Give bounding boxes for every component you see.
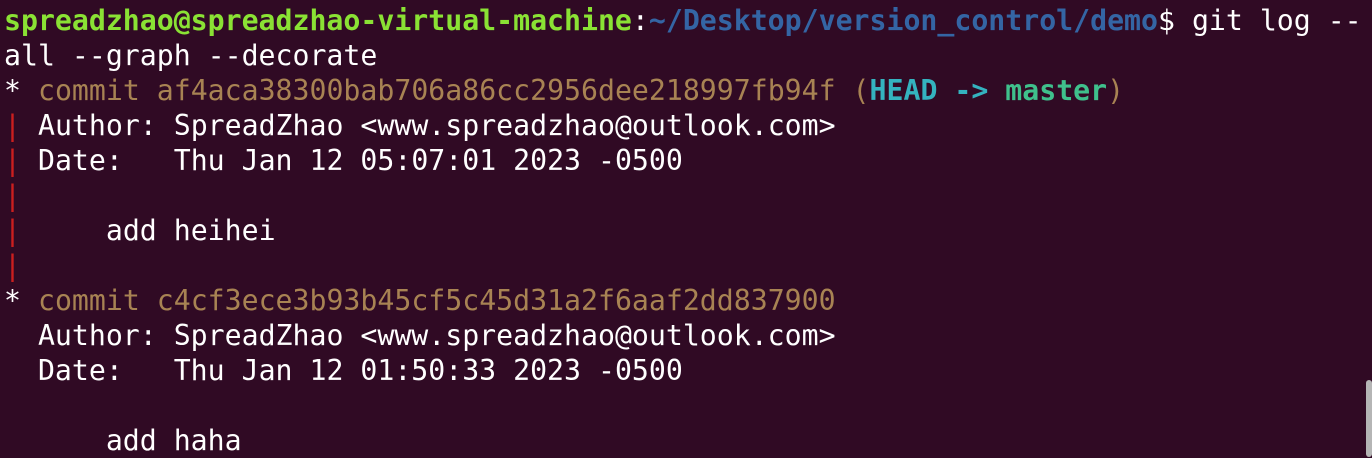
branch-ref: master (1005, 74, 1108, 107)
ref-open: ( (835, 74, 870, 107)
date-line: Date: Thu Jan 12 01:50:33 2023 -0500 (4, 353, 683, 388)
scrollbar[interactable] (1366, 380, 1372, 457)
message-line: | add heihei (4, 213, 276, 248)
command-continuation: all --graph --decorate (4, 39, 378, 72)
graph-bar: | (4, 144, 21, 177)
graph-star: * (4, 284, 21, 317)
terminal-window[interactable]: spreadzhao@spreadzhao-virtual-machine:~/… (0, 0, 1372, 457)
ref-close: ) (1107, 74, 1125, 107)
date-line: | Date: Thu Jan 12 05:07:01 2023 -0500 (4, 143, 683, 178)
prompt-line: spreadzhao@spreadzhao-virtual-machine:~/… (4, 3, 1362, 38)
commit-message: add heihei (37, 214, 276, 247)
commit-hash: commit c4cf3ece3b93b45cf5c45d31a2f6aaf2d… (37, 284, 836, 317)
command-text: git log -- (1174, 4, 1362, 37)
author-line: | Author: SpreadZhao <www.spreadzhao@out… (4, 108, 836, 143)
commit-author: Author: SpreadZhao <www.spreadzhao@outlo… (37, 319, 836, 352)
blank-line: | (4, 178, 21, 213)
commit-line: * commit af4aca38300bab706a86cc2956dee21… (4, 73, 1124, 108)
prompt-path: ~/Desktop/version_control/demo (648, 4, 1158, 37)
graph-bar: | (4, 109, 21, 142)
commit-date: Date: Thu Jan 12 01:50:33 2023 -0500 (37, 354, 683, 387)
prompt-symbol: $ (1158, 4, 1175, 37)
commit-message: add haha (37, 424, 242, 457)
commit-author: Author: SpreadZhao <www.spreadzhao@outlo… (37, 109, 836, 142)
graph-bar: | (4, 179, 21, 212)
commit-line: * commit c4cf3ece3b93b45cf5c45d31a2f6aaf… (4, 283, 836, 318)
blank-line: | (4, 248, 21, 283)
author-line: Author: SpreadZhao <www.spreadzhao@outlo… (4, 318, 836, 353)
commit-hash: commit af4aca38300bab706a86cc2956dee2189… (37, 74, 836, 107)
graph-star: * (4, 74, 21, 107)
graph-bar: | (4, 214, 21, 247)
graph-bar: | (4, 249, 21, 282)
message-line: add haha (4, 423, 242, 458)
commit-date: Date: Thu Jan 12 05:07:01 2023 -0500 (37, 144, 683, 177)
prompt-user-host: spreadzhao@spreadzhao-virtual-machine (4, 4, 632, 37)
prompt-separator: : (631, 4, 649, 37)
head-ref: HEAD -> (869, 74, 1006, 107)
